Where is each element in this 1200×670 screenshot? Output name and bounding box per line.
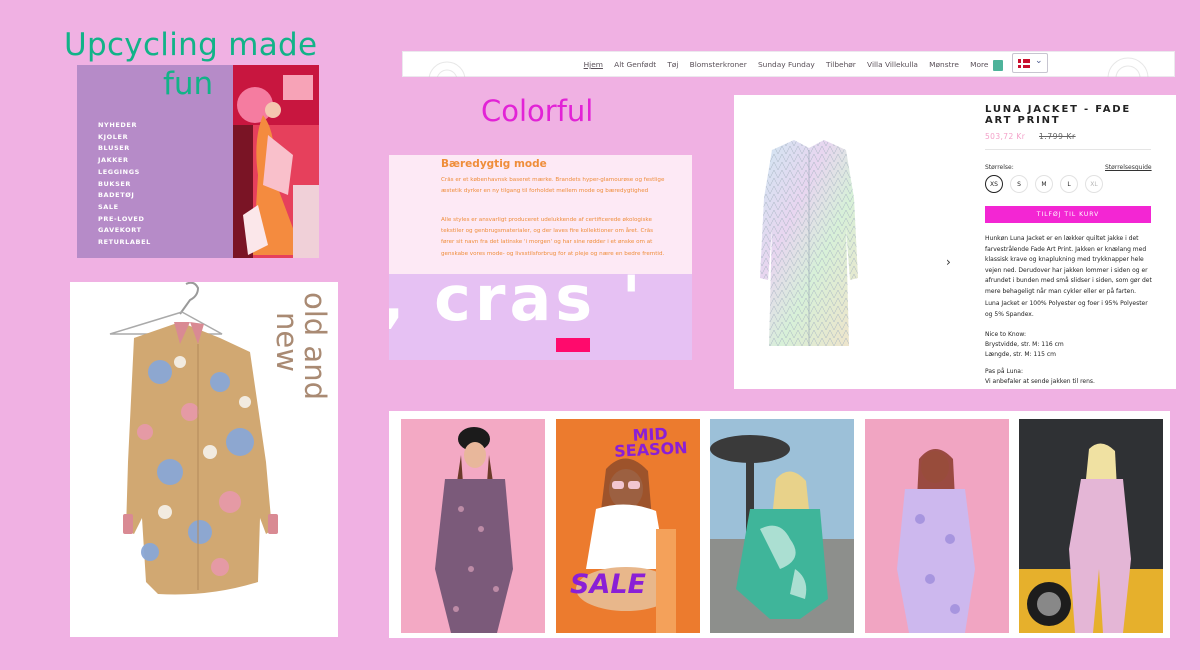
menu-item-sale[interactable]: SALE xyxy=(98,202,151,214)
product-detail-card: › LUNA JACKET - FADE ART PRINT 503,72 Kr… xyxy=(734,95,1176,389)
nav-item-more[interactable]: More xyxy=(965,60,995,69)
product-original-price: 1.799 Kr xyxy=(1039,132,1076,141)
nav-menu: Hjem Alt Genfødt Tøj Blomsterkroner Sund… xyxy=(578,52,994,77)
sustainability-paragraph-2: Alle styles er ansvarligt produceret ude… xyxy=(441,217,665,257)
add-to-cart-button[interactable]: TILFØJ TIL KURV xyxy=(985,206,1151,223)
sustainability-heading: Bæredygtig mode xyxy=(441,158,547,170)
upcycling-title-2: fun xyxy=(163,66,214,102)
nice-to-know-line-2: Længde, str. M: 115 cm xyxy=(985,351,1056,358)
colorful-title: Colorful xyxy=(481,94,594,128)
menu-item-leggings[interactable]: LEGGINGS xyxy=(98,167,151,179)
menu-item-pre-loved[interactable]: PRE-LOVED xyxy=(98,214,151,226)
size-option-m[interactable]: M xyxy=(1035,175,1053,193)
nav-item-villa-villekulla[interactable]: Villa Villekulla xyxy=(861,60,923,69)
product-sale-price: 503,72 Kr xyxy=(985,132,1026,141)
nice-to-know-line-1: Brystvidde, str. M: 116 cm xyxy=(985,341,1064,348)
nav-item-toj[interactable]: Tøj xyxy=(662,60,684,69)
menu-item-nyheder[interactable]: NYHEDER xyxy=(98,120,151,132)
nice-to-know-title: Nice to Know: xyxy=(985,331,1026,338)
old-and-new-title-2: new xyxy=(270,312,304,372)
sustainability-paragraph-1: Crās er et københavnsk baseret mærke. Br… xyxy=(441,177,665,195)
floral-decoration-icon xyxy=(428,61,466,77)
floral-decoration-icon-right xyxy=(1107,57,1149,77)
product-title: LUNA JACKET - FADE ART PRINT xyxy=(985,104,1131,126)
size-option-xs[interactable]: XS xyxy=(985,175,1003,193)
category-menu: NYHEDER KJOLER BLUSER JAKKER LEGGINGS BU… xyxy=(98,120,151,249)
menu-item-bukser[interactable]: BUKSER xyxy=(98,179,151,191)
product-description: Hunkøn Luna Jacket er en lækker quiltet … xyxy=(985,235,1152,295)
menu-item-gavekort[interactable]: GAVEKORT xyxy=(98,225,151,237)
site-navigation-bar: Hjem Alt Genfødt Tøj Blomsterkroner Sund… xyxy=(402,51,1175,77)
quilted-jacket-image xyxy=(760,140,858,346)
size-selector: XS S M L XL xyxy=(985,175,1103,193)
nav-item-hjem[interactable]: Hjem xyxy=(578,60,609,69)
collection-photo-1[interactable] xyxy=(401,419,545,633)
sustainability-info-card: Bæredygtig mode Crās er et københavnsk b… xyxy=(389,155,692,360)
danish-flag-icon xyxy=(1018,59,1030,68)
nav-item-blomsterkroner[interactable]: Blomsterkroner xyxy=(684,60,752,69)
size-option-l[interactable]: L xyxy=(1060,175,1078,193)
sale-overlay: SALE xyxy=(570,569,646,600)
menu-item-returlabel[interactable]: RETURLABEL xyxy=(98,237,151,249)
upcycling-title: Upcycling made xyxy=(64,27,318,63)
shop-window-photo xyxy=(233,65,319,258)
care-line-1: Vi anbefaler at sende jakken til rens. xyxy=(985,378,1095,385)
chevron-down-icon: ⌄ xyxy=(1035,56,1043,66)
care-title: Pas på Luna: xyxy=(985,368,1023,375)
next-image-arrow-icon[interactable]: › xyxy=(946,255,951,269)
menu-item-kjoler[interactable]: KJOLER xyxy=(98,132,151,144)
collection-photo-5[interactable] xyxy=(1019,419,1163,633)
collection-photo-3[interactable] xyxy=(710,419,854,633)
nav-item-sunday-funday[interactable]: Sunday Funday xyxy=(752,60,820,69)
old-and-new-title: old and new xyxy=(268,292,332,412)
divider xyxy=(985,149,1151,150)
brand-wordmark-text: cras xyxy=(434,262,597,335)
product-material: Luna Jacket er 100% Polyester og foer i … xyxy=(985,300,1148,318)
mid-season-overlay: MID SEASON xyxy=(613,424,689,461)
menu-item-badetoj[interactable]: BADETØJ xyxy=(98,190,151,202)
language-selector[interactable]: ⌄ xyxy=(1012,53,1048,73)
nav-item-monstre[interactable]: Mønstre xyxy=(924,60,965,69)
collection-photo-strip: MID SEASON SALE xyxy=(389,411,1170,638)
nav-item-tilbehor[interactable]: Tilbehør xyxy=(820,60,861,69)
size-label: Størrelse: xyxy=(985,164,1014,171)
collection-photo-4[interactable] xyxy=(865,419,1009,633)
collection-photo-2[interactable]: MID SEASON SALE xyxy=(556,419,700,633)
brand-wordmark: , cras ' xyxy=(389,262,645,335)
size-guide-link[interactable]: Størrelsesguide xyxy=(1105,164,1152,171)
size-option-xl[interactable]: XL xyxy=(1085,175,1103,193)
nav-item-alt-genfodt[interactable]: Alt Genfødt xyxy=(609,60,662,69)
menu-item-bluser[interactable]: BLUSER xyxy=(98,143,151,155)
size-option-s[interactable]: S xyxy=(1010,175,1028,193)
shopping-bag-icon[interactable] xyxy=(993,60,1003,71)
menu-item-jakker[interactable]: JAKKER xyxy=(98,155,151,167)
banner-button[interactable] xyxy=(556,338,590,352)
